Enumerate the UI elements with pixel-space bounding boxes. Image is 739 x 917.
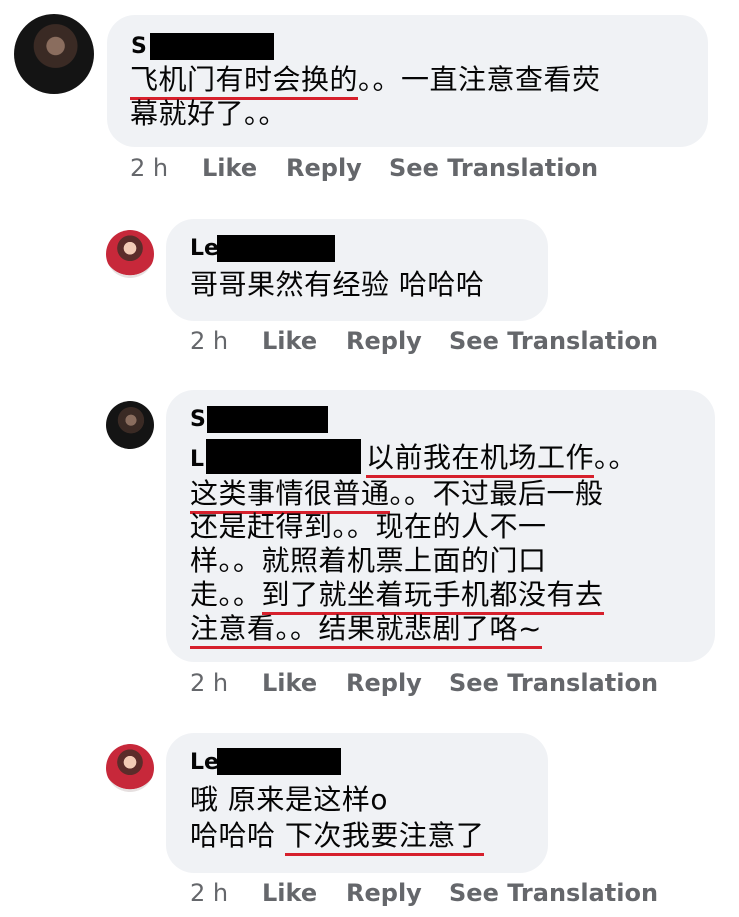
comment-actions: 2 h Like Reply See Translation — [190, 327, 660, 357]
comment-line: 哈哈哈 下次我要注意了 — [190, 819, 485, 856]
comment-line: 这类事情很普通。。不过最后一般 — [190, 477, 604, 514]
commenter-name[interactable]: S — [131, 34, 147, 60]
reply-button[interactable]: Reply — [286, 154, 362, 182]
reply-button[interactable]: Reply — [346, 327, 422, 355]
see-translation-link[interactable]: See Translation — [449, 879, 658, 907]
comment-line: 注意看。。结果就悲剧了咯~ — [190, 612, 542, 649]
avatar[interactable] — [106, 401, 154, 449]
reply-button[interactable]: Reply — [346, 669, 422, 697]
comment-line: 样。。就照着机票上面的门口 — [190, 544, 547, 577]
comment-line: 还是赶得到。。现在的人不一 — [190, 510, 547, 543]
see-translation-link[interactable]: See Translation — [449, 327, 658, 355]
redacted-name — [150, 33, 274, 60]
see-translation-link[interactable]: See Translation — [449, 669, 658, 697]
comment-line: 哥哥果然有经验 哈哈哈 — [190, 268, 485, 301]
comment-line: 幕就好了。。 — [130, 97, 288, 130]
avatar[interactable] — [106, 230, 154, 278]
timestamp[interactable]: 2 h — [190, 327, 228, 355]
see-translation-link[interactable]: See Translation — [389, 154, 598, 182]
redacted-name — [217, 235, 335, 262]
like-button[interactable]: Like — [262, 879, 317, 907]
comment-actions: 2 h Like Reply See Translation — [190, 669, 660, 699]
redacted-mention — [206, 439, 361, 474]
commenter-name[interactable]: S — [190, 407, 206, 433]
comment-line: 走。。到了就坐着玩手机都没有去 — [190, 578, 604, 615]
comment-actions: 2 h Like Reply See Translation — [130, 154, 600, 184]
redacted-name — [207, 406, 328, 433]
mention-name[interactable]: L — [190, 447, 204, 473]
comment-line: 飞机门有时会换的。。一直注意查看荧 — [130, 63, 601, 100]
comment-line: 以前我在机场工作。。 — [366, 441, 637, 478]
avatar[interactable] — [106, 744, 154, 792]
reply-button[interactable]: Reply — [346, 879, 422, 907]
like-button[interactable]: Like — [202, 154, 257, 182]
redacted-name — [217, 748, 341, 775]
like-button[interactable]: Like — [262, 327, 317, 355]
timestamp[interactable]: 2 h — [190, 669, 228, 697]
timestamp[interactable]: 2 h — [130, 154, 168, 182]
timestamp[interactable]: 2 h — [190, 879, 228, 907]
commenter-name[interactable]: Le — [190, 236, 219, 262]
avatar[interactable] — [14, 14, 94, 94]
like-button[interactable]: Like — [262, 669, 317, 697]
comment-line: 哦 原来是这样o — [190, 783, 389, 816]
commenter-name[interactable]: Le — [190, 750, 219, 776]
comment-actions: 2 h Like Reply See Translation — [190, 879, 660, 909]
